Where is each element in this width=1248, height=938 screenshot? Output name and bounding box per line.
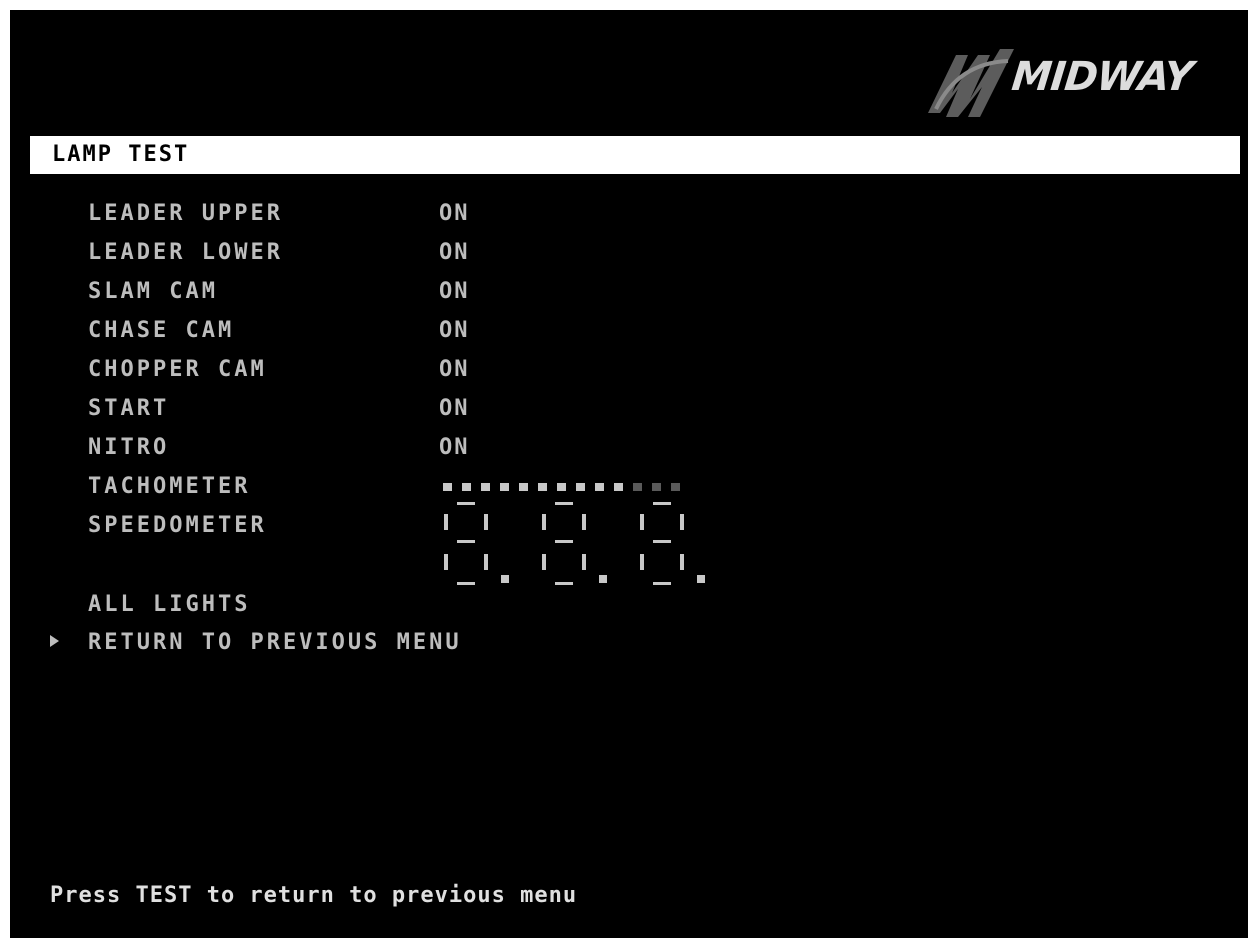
tachometer-segment xyxy=(500,483,509,491)
seven-segment-b xyxy=(484,514,488,530)
seven-segment-e xyxy=(444,554,448,570)
seven-segment-a xyxy=(555,502,573,505)
tachometer-segment xyxy=(481,483,490,491)
logo-text: MIDWAY xyxy=(1009,54,1195,100)
menu-item-nitro[interactable]: NITRO xyxy=(88,435,169,461)
menu-item-all-lights[interactable]: ALL LIGHTS xyxy=(88,592,250,618)
seven-segment-f xyxy=(542,514,546,530)
seven-segment-dp xyxy=(599,575,607,583)
speedometer-display xyxy=(444,502,705,585)
seven-segment-f xyxy=(640,514,644,530)
tachometer-segment xyxy=(576,483,585,491)
seven-segment-g xyxy=(555,540,573,543)
menu-item-leader-lower[interactable]: LEADER LOWER xyxy=(88,240,283,266)
menu-item-start[interactable]: START xyxy=(88,396,169,422)
selection-cursor-icon xyxy=(50,635,59,647)
menu-item-leader-upper[interactable]: LEADER UPPER xyxy=(88,201,283,227)
tachometer-segment xyxy=(652,483,661,491)
title-bar: LAMP TEST xyxy=(30,136,1240,174)
menu-value-nitro: ON xyxy=(439,435,470,460)
menu-value-leader-upper: ON xyxy=(439,201,470,226)
seven-segment-e xyxy=(640,554,644,570)
tachometer-segment xyxy=(538,483,547,491)
menu-value-leader-lower: ON xyxy=(439,240,470,265)
seven-segment-b xyxy=(582,514,586,530)
menu-value-start: ON xyxy=(439,396,470,421)
menu-value-chopper-cam: ON xyxy=(439,357,470,382)
midway-logo: MIDWAY xyxy=(918,43,1218,123)
seven-segment-d xyxy=(555,582,573,585)
tachometer-segment xyxy=(462,483,471,491)
seven-segment-dp xyxy=(501,575,509,583)
menu-item-slam-cam[interactable]: SLAM CAM xyxy=(88,279,218,305)
seven-segment-g xyxy=(653,540,671,543)
tachometer-segment xyxy=(557,483,566,491)
menu-item-speedometer[interactable]: SPEEDOMETER xyxy=(88,513,267,539)
tachometer-segment xyxy=(671,483,680,491)
page-title: LAMP TEST xyxy=(52,142,190,167)
game-screen: MIDWAY LAMP TEST LEADER UPPER ON LEADER … xyxy=(10,10,1248,938)
seven-segment-g xyxy=(457,540,475,543)
seven-segment-e xyxy=(542,554,546,570)
tachometer-segment xyxy=(614,483,623,491)
menu-value-slam-cam: ON xyxy=(439,279,470,304)
menu-item-tachometer[interactable]: TACHOMETER xyxy=(88,474,250,500)
tachometer-segment xyxy=(595,483,604,491)
seven-segment-dp xyxy=(697,575,705,583)
seven-segment-a xyxy=(653,502,671,505)
footer-hint: Press TEST to return to previous menu xyxy=(50,883,578,908)
tachometer-segment xyxy=(633,483,642,491)
menu-item-return[interactable]: RETURN TO PREVIOUS MENU xyxy=(88,630,462,656)
tachometer-segment xyxy=(519,483,528,491)
tachometer-segment xyxy=(443,483,452,491)
seven-segment-a xyxy=(457,502,475,505)
menu-item-chase-cam[interactable]: CHASE CAM xyxy=(88,318,234,344)
seven-segment-b xyxy=(680,514,684,530)
seven-segment-d xyxy=(653,582,671,585)
menu-item-chopper-cam[interactable]: CHOPPER CAM xyxy=(88,357,267,383)
seven-segment-d xyxy=(457,582,475,585)
seven-segment-c xyxy=(582,554,586,570)
seven-segment-c xyxy=(484,554,488,570)
menu-value-chase-cam: ON xyxy=(439,318,470,343)
seven-segment-f xyxy=(444,514,448,530)
seven-segment-c xyxy=(680,554,684,570)
